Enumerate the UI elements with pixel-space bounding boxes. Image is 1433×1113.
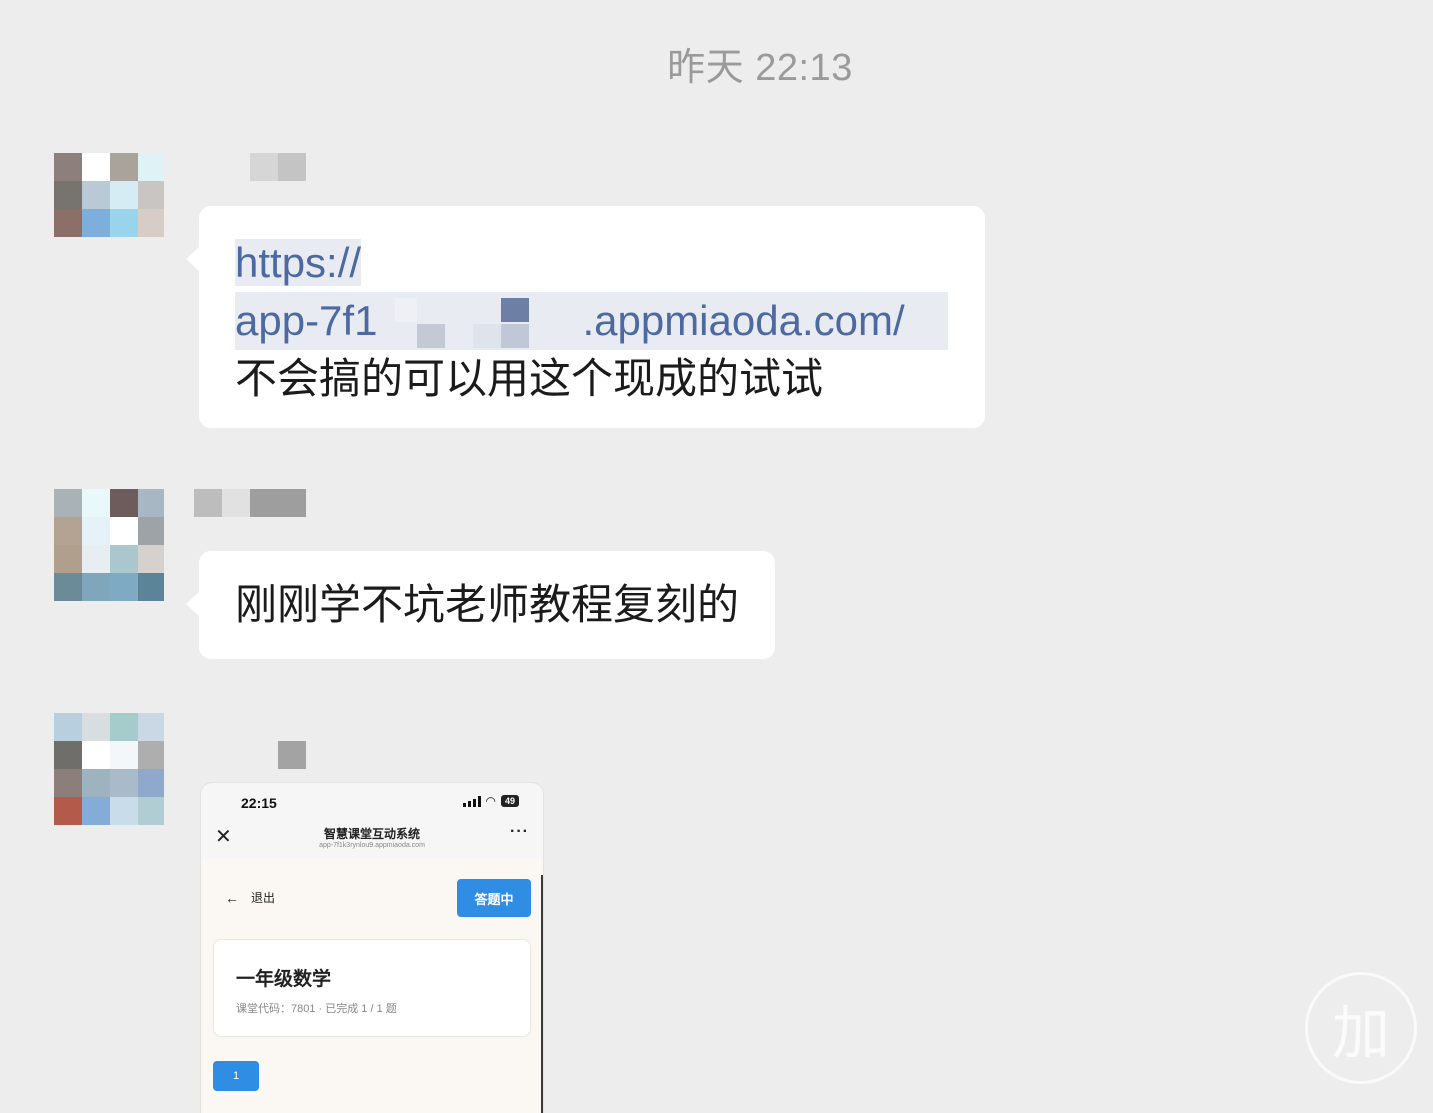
app-content: ← 退出 答题中 一年级数学 课堂代码：7801 · 已完成 1 / 1 题 1: [201, 859, 543, 1113]
back-button[interactable]: ← 退出: [225, 889, 275, 906]
sender-name: [278, 741, 306, 769]
answering-status-button[interactable]: 答题中: [457, 879, 531, 917]
question-number-button[interactable]: 1: [213, 1061, 259, 1091]
status-icons: ◠ 49: [462, 794, 519, 808]
nav-url: app-7f1k3rynlou9.appmiaoda.com: [319, 842, 425, 849]
scrollbar: [541, 875, 543, 1113]
more-icon[interactable]: ···: [510, 823, 529, 841]
message-link[interactable]: https://: [235, 234, 948, 292]
wifi-icon: ◠: [485, 794, 496, 808]
link-suffix[interactable]: .appmiaoda.com/: [582, 297, 904, 344]
back-label: 退出: [251, 891, 276, 905]
avatar[interactable]: [54, 153, 164, 237]
link-line-1[interactable]: https://: [235, 239, 362, 286]
avatar[interactable]: [54, 489, 164, 601]
watermark-logo: 加: [1305, 972, 1417, 1084]
nav-bar: ✕ 智慧课堂互动系统 app-7f1k3rynlou9.appmiaoda.co…: [201, 821, 543, 859]
image-message[interactable]: 22:15 ◠ 49 ✕ 智慧课堂互动系统 app-7f1k3rynlou9.a…: [200, 782, 544, 1113]
battery-icon: 49: [500, 795, 519, 807]
watermark-glyph: 加: [1331, 999, 1390, 1067]
message-bubble[interactable]: 刚刚学不坑老师教程复刻的: [186, 551, 775, 659]
course-meta: 课堂代码：7801 · 已完成 1 / 1 题: [236, 1003, 397, 1015]
sender-name: [250, 153, 306, 181]
message-text: 不会搞的可以用这个现成的试试: [235, 355, 824, 402]
message-link-line-2[interactable]: app-7f1 .appmiaoda.com/: [235, 292, 948, 350]
chat-timestamp: 昨天 22:13: [667, 47, 853, 89]
nav-title: 智慧课堂互动系统: [323, 827, 420, 841]
link-prefix[interactable]: app-7f1: [235, 297, 377, 344]
sender-name: [194, 489, 306, 517]
message-bubble[interactable]: https:// app-7f1 .appmiaoda.com/ 不会搞的可以用这…: [186, 206, 985, 428]
avatar[interactable]: [54, 713, 164, 825]
course-card[interactable]: 一年级数学 课堂代码：7801 · 已完成 1 / 1 题: [213, 939, 531, 1037]
status-time: 22:15: [241, 795, 277, 811]
course-title: 一年级数学: [236, 969, 332, 990]
message-text: 刚刚学不坑老师教程复刻的: [235, 581, 740, 628]
link-redaction: [395, 298, 605, 348]
signal-icon: [462, 795, 481, 807]
back-arrow-icon: ←: [225, 889, 239, 906]
